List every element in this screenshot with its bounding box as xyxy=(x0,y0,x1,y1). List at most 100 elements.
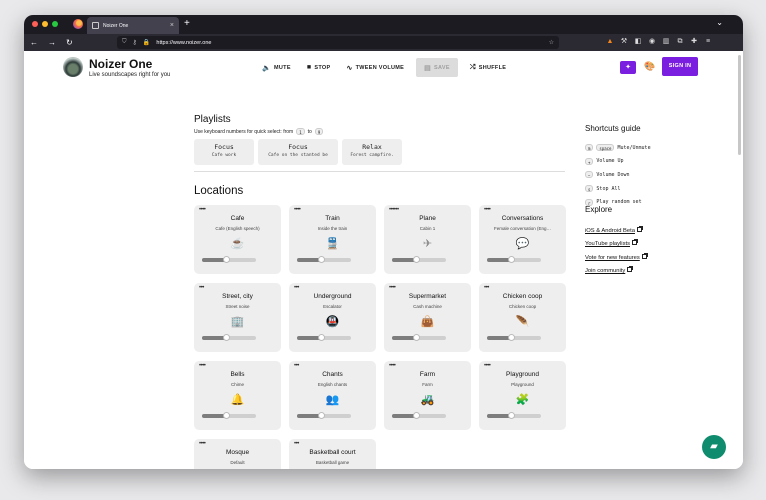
options-dots-icon[interactable]: •••• xyxy=(484,363,491,369)
location-sound[interactable]: Playground xyxy=(479,382,566,387)
volume-slider[interactable] xyxy=(297,334,351,341)
vpn-icon[interactable]: ◉ xyxy=(648,38,656,46)
volume-slider-thumb[interactable] xyxy=(223,256,231,263)
location-sound[interactable]: Street noise xyxy=(194,304,281,309)
location-card-bells[interactable]: •••• Bells Chime 🔔 xyxy=(194,361,281,430)
puzzle-extensions-icon[interactable]: ✚ xyxy=(690,38,698,46)
explore-link[interactable]: iOS & Android Beta xyxy=(585,225,647,238)
location-sound[interactable]: Chime xyxy=(194,382,281,387)
volume-slider-thumb[interactable] xyxy=(508,412,516,419)
playlist-item[interactable]: Focus Cafe on the stanted be xyxy=(258,139,338,165)
screenshot-icon[interactable]: ⧉ xyxy=(676,38,684,46)
volume-slider-thumb[interactable] xyxy=(413,256,421,263)
options-dots-icon[interactable]: ••• xyxy=(294,363,299,369)
volume-slider[interactable] xyxy=(487,256,541,263)
volume-slider[interactable] xyxy=(392,256,446,263)
sign-in-button[interactable]: SIGN IN xyxy=(662,57,698,76)
volume-slider-thumb[interactable] xyxy=(413,334,421,341)
location-sound[interactable]: Default xyxy=(194,460,281,465)
shield-icon[interactable]: ⛉ xyxy=(122,39,127,46)
location-card-supermarket[interactable]: •••• Supermarket Cash machine 👜 xyxy=(384,283,471,352)
permissions-icon[interactable]: ⚷ xyxy=(133,39,137,46)
magic-wand-button[interactable]: ✦ xyxy=(620,61,636,74)
volume-slider-thumb[interactable] xyxy=(318,412,326,419)
browser-tab[interactable]: Noizer One × xyxy=(87,17,179,34)
location-card-farm[interactable]: •••• Farm Farm 🚜 xyxy=(384,361,471,430)
volume-slider[interactable] xyxy=(202,412,256,419)
options-dots-icon[interactable]: •••• xyxy=(199,207,206,213)
location-sound[interactable]: Cabin 1 xyxy=(384,226,471,231)
options-dots-icon[interactable]: •••••• xyxy=(389,207,399,213)
save-button[interactable]: ▤ SAVE xyxy=(416,58,458,77)
url-bar[interactable]: ⛉ ⚷ 🔒 https://www.noizer.one ☆ xyxy=(117,36,559,49)
bookmark-star-icon[interactable]: ☆ xyxy=(549,39,554,46)
location-card-train[interactable]: •••• Train Inside the train 🚆 xyxy=(289,205,376,274)
options-dots-icon[interactable]: ••• xyxy=(199,285,204,291)
location-sound[interactable]: Escalator xyxy=(289,304,376,309)
volume-slider[interactable] xyxy=(392,412,446,419)
volume-slider-thumb[interactable] xyxy=(508,256,516,263)
tab-close-icon[interactable]: × xyxy=(170,22,174,29)
volume-slider[interactable] xyxy=(297,256,351,263)
reader-icon[interactable]: ▥ xyxy=(662,38,670,46)
url-text[interactable]: https://www.noizer.one xyxy=(156,40,542,46)
chat-bubble-button[interactable]: ▰ xyxy=(702,435,726,459)
location-sound[interactable]: Chicken coop xyxy=(479,304,566,309)
volume-slider[interactable] xyxy=(202,256,256,263)
location-sound[interactable]: Female conversation (Eng… xyxy=(479,226,566,231)
location-sound[interactable]: Basketball game xyxy=(289,460,376,465)
hamburger-menu-icon[interactable]: ≡ xyxy=(704,38,712,46)
explore-link[interactable]: YouTube playlists xyxy=(585,238,647,251)
playlist-item[interactable]: Focus Cafe work xyxy=(194,139,254,165)
volume-slider[interactable] xyxy=(487,412,541,419)
palette-icon[interactable]: 🎨 xyxy=(644,61,655,72)
options-dots-icon[interactable]: •••• xyxy=(484,207,491,213)
options-dots-icon[interactable]: •••• xyxy=(389,285,396,291)
location-card-playground[interactable]: •••• Playground Playground 🧩 xyxy=(479,361,566,430)
wrench-icon[interactable]: ⚒ xyxy=(620,38,628,46)
volume-slider-thumb[interactable] xyxy=(223,334,231,341)
volume-slider[interactable] xyxy=(392,334,446,341)
back-arrow-icon[interactable]: ← xyxy=(30,38,38,47)
firefox-view-icon[interactable] xyxy=(73,19,83,29)
stop-button[interactable]: ■ STOP xyxy=(303,58,335,77)
options-dots-icon[interactable]: •••• xyxy=(199,441,206,447)
options-dots-icon[interactable]: •••• xyxy=(389,363,396,369)
location-card-plane[interactable]: •••••• Plane Cabin 1 ✈ xyxy=(384,205,471,274)
app-title[interactable]: Noizer One xyxy=(89,57,152,71)
close-window-button[interactable] xyxy=(32,21,38,27)
lock-icon[interactable]: 🔒 xyxy=(143,39,150,46)
playlist-item[interactable]: Relax Forest campfire. xyxy=(342,139,402,165)
mute-button[interactable]: 🔈 MUTE xyxy=(258,58,295,77)
forward-arrow-icon[interactable]: → xyxy=(48,38,56,47)
location-sound[interactable]: Cash machine xyxy=(384,304,471,309)
location-card-cafe[interactable]: •••• Cafe Cafe (English speech) ☕ xyxy=(194,205,281,274)
extension-icon[interactable]: ◧ xyxy=(634,38,642,46)
new-tab-button[interactable]: + xyxy=(184,18,190,29)
volume-slider-thumb[interactable] xyxy=(413,412,421,419)
options-dots-icon[interactable]: ••• xyxy=(294,285,299,291)
volume-slider[interactable] xyxy=(297,412,351,419)
list-tabs-chevron-icon[interactable]: ⌄ xyxy=(716,18,723,27)
options-dots-icon[interactable]: •••• xyxy=(199,363,206,369)
volume-slider-thumb[interactable] xyxy=(318,334,326,341)
location-card-conversations[interactable]: •••• Conversations Female conversation (En… xyxy=(479,205,566,274)
location-card-underground[interactable]: ••• Underground Escalator 🚇 xyxy=(289,283,376,352)
volume-slider-thumb[interactable] xyxy=(318,256,326,263)
tween-volume-button[interactable]: ∿ TWEEN VOLUME xyxy=(342,58,408,77)
reload-icon[interactable]: ↻ xyxy=(66,38,73,47)
page-scrollbar[interactable] xyxy=(738,55,741,155)
location-card-street-city[interactable]: ••• Street, city Street noise 🏢 xyxy=(194,283,281,352)
explore-link[interactable]: Vote for new features xyxy=(585,252,648,265)
location-sound[interactable]: English chants xyxy=(289,382,376,387)
app-logo[interactable] xyxy=(63,57,83,77)
options-dots-icon[interactable]: •••• xyxy=(294,207,301,213)
location-card-mosque[interactable]: ••••MosqueDefault🕌 xyxy=(194,439,281,469)
zoom-window-button[interactable] xyxy=(52,21,58,27)
location-card-chants[interactable]: ••• Chants English chants 👥 xyxy=(289,361,376,430)
volume-slider[interactable] xyxy=(202,334,256,341)
location-sound[interactable]: Farm xyxy=(384,382,471,387)
location-card-basketball-court[interactable]: •••Basketball courtBasketball game🏀 xyxy=(289,439,376,469)
metamask-icon[interactable]: ▲ xyxy=(606,38,614,46)
location-sound[interactable]: Inside the train xyxy=(289,226,376,231)
